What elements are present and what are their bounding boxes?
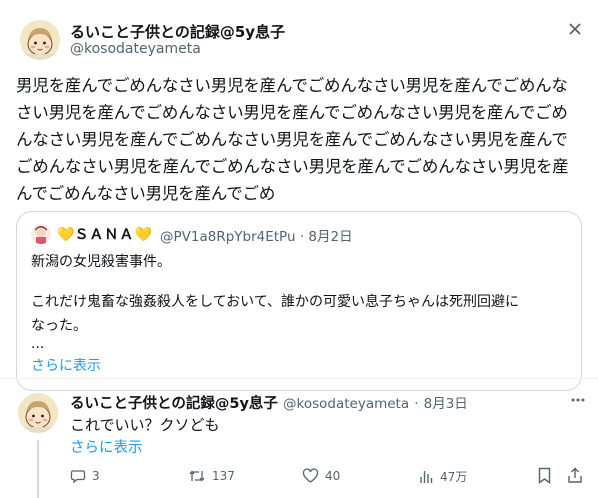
x-close-icon[interactable] xyxy=(568,22,582,40)
author-display-name[interactable]: るいこと子供との記録@5y息子 xyxy=(70,21,285,42)
reply-button[interactable]: 3 xyxy=(70,468,100,484)
quote-text-line: 新潟の女児殺害事件。 xyxy=(31,254,171,270)
meta-separator: · xyxy=(414,396,419,412)
quote-show-more-link[interactable]: さらに表示 xyxy=(31,355,101,375)
avatar[interactable] xyxy=(18,393,58,433)
yellow-heart-icon: 💛 xyxy=(134,227,152,243)
share-icon[interactable] xyxy=(567,467,583,488)
quote-ellipsis: ... xyxy=(31,336,45,352)
divider xyxy=(0,378,598,379)
retweet-button[interactable]: 137 xyxy=(188,468,235,484)
quote-text-line: これだけ鬼畜な強姦殺人をしておいて、誰かの可愛い息子ちゃんは死刑回避に xyxy=(31,294,520,310)
speech-bubble-icon xyxy=(70,468,86,484)
quote-meta: @PV1a8RpYbr4EtPu · 8月2日 xyxy=(160,225,353,245)
like-count: 40 xyxy=(325,469,341,483)
reply-date[interactable]: 8月3日 xyxy=(424,396,468,412)
reply-handle[interactable]: @kosodateyameta xyxy=(283,396,409,412)
bookmark-icon[interactable] xyxy=(537,467,552,488)
views-button[interactable]: 47万 xyxy=(418,468,467,485)
like-button[interactable]: 40 xyxy=(302,468,340,484)
more-options-icon[interactable] xyxy=(570,392,586,412)
retweet-icon xyxy=(188,468,206,484)
reply-display-name[interactable]: るいこと子供との記録@5y息子 xyxy=(70,396,278,412)
quote-date[interactable]: 8月2日 xyxy=(308,229,352,245)
quote-avatar[interactable] xyxy=(31,224,51,244)
retweet-count: 137 xyxy=(212,469,235,483)
reply-count: 3 xyxy=(92,469,100,483)
reply-show-more-link[interactable]: さらに表示 xyxy=(70,436,143,457)
yellow-heart-icon: 💛 xyxy=(57,227,75,243)
author-handle[interactable]: @kosodateyameta xyxy=(70,41,201,57)
reply-header: るいこと子供との記録@5y息子 @kosodateyameta · 8月3日 xyxy=(70,392,468,413)
quoted-tweet[interactable]: 💛ＳＡＮＡ💛 @PV1a8RpYbr4EtPu · 8月2日 新潟の女児殺害事件… xyxy=(16,211,582,391)
view-count: 47万 xyxy=(440,470,468,484)
bar-chart-icon xyxy=(418,469,434,485)
post-text: 男児を産んでごめんなさい男児を産んでごめんなさい男児を産んでごめんなさい男児を産… xyxy=(16,76,569,203)
avatar[interactable] xyxy=(20,20,60,60)
thread-line xyxy=(37,440,39,498)
quote-display-name-group[interactable]: 💛ＳＡＮＡ💛 xyxy=(57,224,152,244)
reply-text: これでいい？クソども xyxy=(70,416,220,434)
quote-handle[interactable]: @PV1a8RpYbr4EtPu xyxy=(160,229,296,245)
heart-icon xyxy=(302,468,319,484)
meta-separator: · xyxy=(299,229,305,245)
quote-display-name: ＳＡＮＡ xyxy=(74,227,135,243)
